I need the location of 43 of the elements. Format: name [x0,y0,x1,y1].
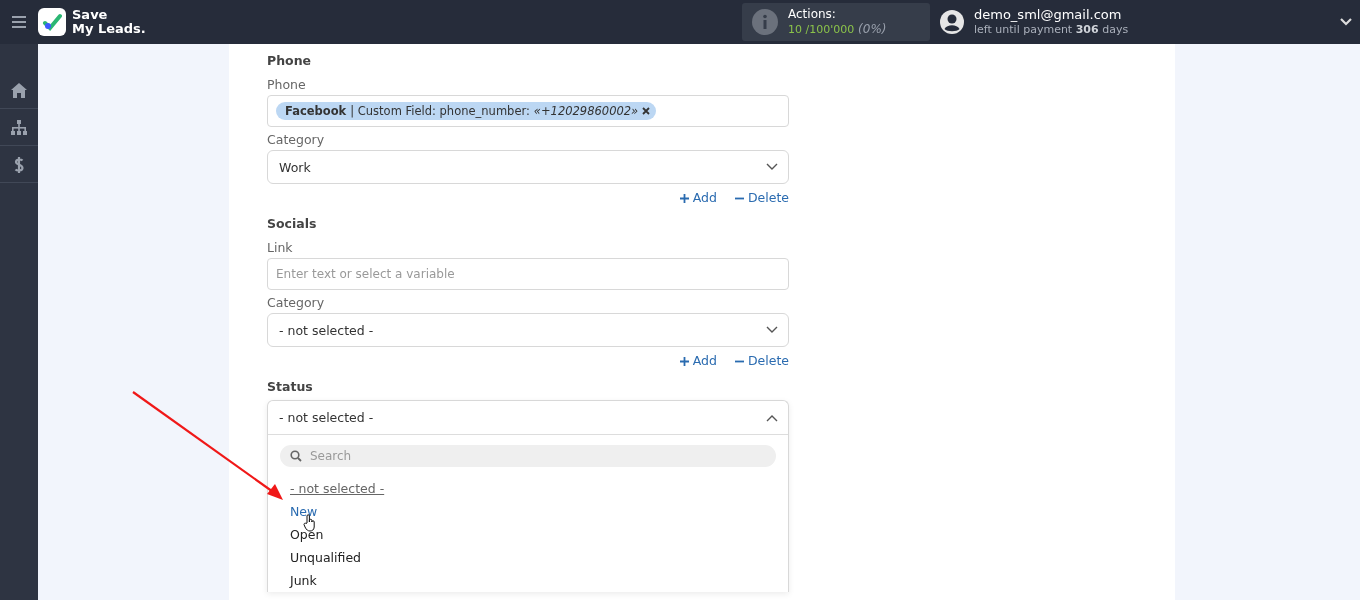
actions-label: Actions: [788,7,837,22]
plus-icon [679,193,689,203]
search-field[interactable]: Search [280,445,776,467]
field-label: Phone [267,77,307,93]
sitemap-icon[interactable] [10,118,28,136]
chevron-icon [766,413,778,422]
dropdown-option[interactable]: Unqualified [290,546,362,569]
menu-icon[interactable] [12,16,26,28]
delete-link[interactable]: Delete [734,190,789,206]
field-label: Category [267,295,326,311]
field-label: Category [267,132,326,148]
dropdown-option[interactable]: - not selected - [290,477,385,500]
dropdown-option[interactable]: Junk [290,569,317,592]
actions-count: 10 /100'000 (0%) [788,22,887,37]
chevron-icon [766,326,778,334]
field-label: Link [267,240,294,256]
search-icon [290,450,302,462]
add-link[interactable]: Add [679,190,717,206]
select-field[interactable]: - not selected - [268,401,788,435]
section-title: Phone [267,53,313,69]
section-title: Socials [267,216,318,232]
home-icon[interactable] [10,81,28,99]
search-input[interactable]: Search [308,448,766,464]
variable-tag[interactable]: Facebook | Custom Field: phone_number: «+12029860002» [276,102,657,120]
user-icon[interactable] [940,10,964,34]
logo-icon [38,8,66,36]
add-link[interactable]: Add [679,353,717,369]
chevron-icon [766,163,778,171]
select-field[interactable]: Work [267,150,789,184]
section-title: Status [267,379,314,395]
delete-link[interactable]: Delete [734,353,789,369]
text-field[interactable]: Enter text or select a variable [267,258,789,290]
dropdown-option[interactable]: Open [290,523,324,546]
logo-text: Save My Leads. [72,8,146,36]
payment-info: left until payment 306 days [974,22,1129,37]
plus-icon [679,356,689,366]
select-field[interactable]: - not selected - [267,313,789,347]
variable-field[interactable]: Facebook | Custom Field: phone_number: «+12029860002» [267,95,789,127]
close-icon[interactable] [642,107,651,115]
user-email: demo_sml@gmail.com [974,7,1123,22]
chevron-icon[interactable] [1340,18,1352,26]
info-icon [752,9,778,35]
hand-cursor-icon [303,514,317,532]
